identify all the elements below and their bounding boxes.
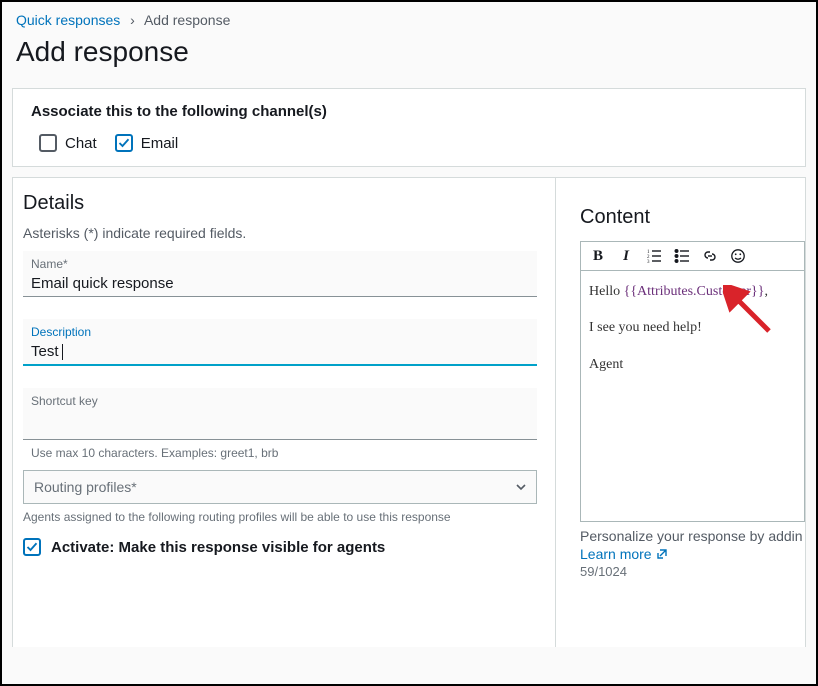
chat-label: Chat	[65, 135, 97, 152]
breadcrumb: Quick responses › Add response	[2, 2, 816, 32]
description-label: Description	[31, 325, 529, 339]
editor-toolbar: B I 123	[581, 242, 804, 271]
routing-label: Routing profiles*	[34, 479, 137, 495]
personalize-note: Personalize your response by addin	[580, 528, 805, 544]
activate-checkbox[interactable]	[23, 538, 41, 556]
link-button[interactable]	[701, 247, 719, 265]
text-cursor-icon	[59, 344, 64, 360]
content-title: Content	[580, 206, 805, 229]
char-counter: 59/1024	[580, 564, 805, 579]
email-checkbox[interactable]	[115, 134, 133, 152]
breadcrumb-parent[interactable]: Quick responses	[16, 12, 120, 28]
unordered-list-icon	[674, 248, 690, 264]
shortcut-label: Shortcut key	[31, 394, 529, 408]
routing-select[interactable]: Routing profiles*	[23, 470, 537, 504]
editor-text-line1-prefix: Hello	[589, 284, 624, 299]
content-panel: Content B I 123	[556, 177, 806, 647]
learn-more-label: Learn more	[580, 546, 652, 562]
check-icon	[118, 137, 130, 149]
routing-hint: Agents assigned to the following routing…	[23, 510, 537, 524]
activate-label: Activate: Make this response visible for…	[51, 539, 385, 556]
description-input[interactable]: Test	[31, 343, 59, 360]
associate-card: Associate this to the following channel(…	[12, 88, 806, 167]
unordered-list-button[interactable]	[673, 247, 691, 265]
editor-text-line1-suffix: ,	[764, 284, 768, 299]
emoji-icon	[730, 248, 746, 264]
editor-text-line3: Agent	[589, 354, 796, 376]
chevron-right-icon: ›	[130, 12, 135, 28]
svg-text:3: 3	[647, 260, 650, 264]
description-field[interactable]: Description Test	[23, 319, 537, 366]
page-title: Add response	[2, 32, 816, 84]
name-label: Name*	[31, 257, 529, 271]
italic-button[interactable]: I	[617, 247, 635, 265]
breadcrumb-current: Add response	[144, 12, 230, 28]
editor-body[interactable]: Hello {{Attributes.Customer}}, I see you…	[581, 271, 804, 521]
shortcut-input[interactable]	[31, 418, 529, 435]
check-icon	[26, 541, 38, 553]
shortcut-field[interactable]: Shortcut key	[23, 388, 537, 440]
shortcut-hint: Use max 10 characters. Examples: greet1,…	[23, 446, 537, 460]
associate-title: Associate this to the following channel(…	[31, 103, 787, 120]
chevron-down-icon	[516, 482, 526, 492]
content-editor: B I 123 He	[580, 241, 805, 522]
ordered-list-icon: 123	[646, 248, 662, 264]
email-label: Email	[141, 135, 179, 152]
required-note: Asterisks (*) indicate required fields.	[23, 225, 537, 241]
details-title: Details	[23, 192, 537, 215]
ordered-list-button[interactable]: 123	[645, 247, 663, 265]
learn-more-link[interactable]: Learn more	[580, 546, 805, 562]
external-link-icon	[656, 548, 668, 560]
bold-button[interactable]: B	[589, 247, 607, 265]
details-panel: Details Asterisks (*) indicate required …	[12, 177, 556, 647]
chat-checkbox[interactable]	[39, 134, 57, 152]
editor-attribute: {{Attributes.Customer}}	[624, 284, 765, 299]
link-icon	[702, 248, 718, 264]
editor-text-line2: I see you need help!	[589, 317, 796, 339]
channel-row: Chat Email	[39, 134, 787, 152]
name-field[interactable]: Name*	[23, 251, 537, 297]
emoji-button[interactable]	[729, 247, 747, 265]
name-input[interactable]	[31, 275, 529, 292]
